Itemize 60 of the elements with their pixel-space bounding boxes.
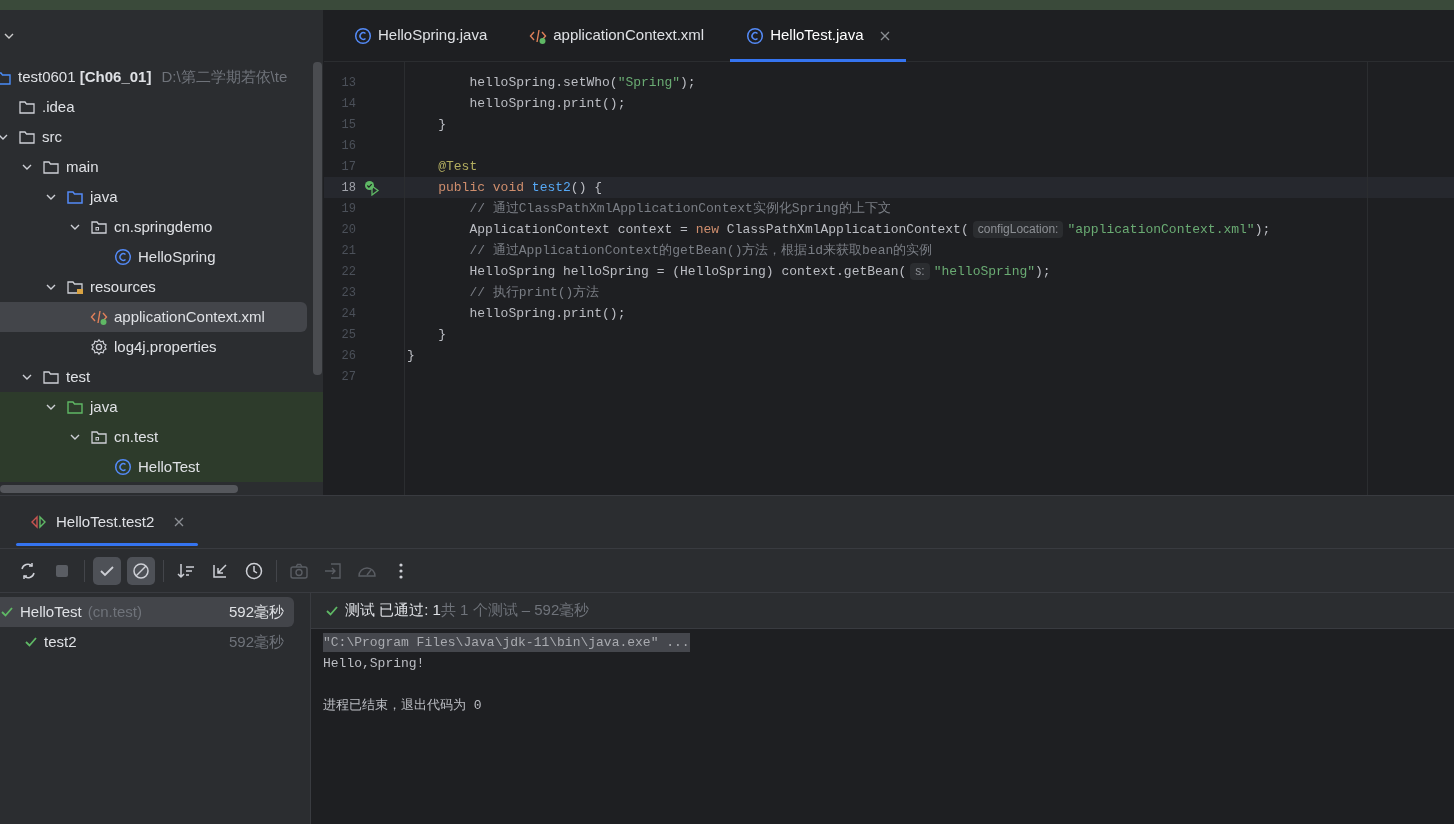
- folder-icon: [18, 128, 36, 146]
- folder-icon: [42, 158, 60, 176]
- class-icon: [354, 26, 372, 45]
- code-line: helloSpring.print();: [468, 94, 626, 113]
- tree-item[interactable]: cn.springdemo: [0, 212, 323, 242]
- console-line: Hello,Spring!: [323, 654, 425, 673]
- class-icon: [114, 458, 132, 476]
- folder-icon: [42, 368, 60, 386]
- code-line: // 通过ApplicationContext的getBean()方法，根据id来获取bean的实例: [468, 241, 933, 260]
- code-line: }: [407, 346, 415, 365]
- tree-item[interactable]: java: [0, 182, 323, 212]
- blocked-icon[interactable]: [127, 556, 155, 585]
- class-icon: [114, 248, 132, 266]
- tree-item[interactable]: cn.test: [0, 422, 323, 452]
- package-icon: [90, 218, 108, 236]
- folder-icon: [18, 98, 36, 116]
- tree-item[interactable]: HelloSpring: [0, 242, 323, 272]
- tree-item[interactable]: .idea: [0, 92, 323, 122]
- editor-tab[interactable]: HelloTest.java: [730, 10, 906, 61]
- package-icon: [90, 428, 108, 446]
- checkmark-icon[interactable]: [93, 556, 121, 585]
- tree-item[interactable]: resources: [0, 272, 323, 302]
- tree-item[interactable]: java: [0, 392, 323, 422]
- code-line: }: [437, 325, 446, 344]
- tree-item[interactable]: applicationContext.xml: [0, 302, 307, 332]
- run-tab[interactable]: HelloTest.test2: [16, 496, 199, 548]
- tree-item[interactable]: src: [0, 122, 323, 152]
- editor-tab[interactable]: applicationContext.xml: [513, 10, 721, 61]
- code-line: }: [437, 115, 446, 134]
- code-line: HelloSpring helloSpring = (HelloSpring) context.getBean( s: "helloSpring");: [468, 262, 1051, 282]
- class-icon: [746, 26, 765, 45]
- code-line: public void test2() {: [437, 178, 603, 197]
- code-line: helloSpring.setWho("Spring");: [468, 73, 696, 92]
- tree-item[interactable]: main: [0, 152, 323, 182]
- code-line: helloSpring.print();: [468, 304, 626, 323]
- scrollbar[interactable]: [0, 485, 238, 493]
- tree-item[interactable]: test0601 [Ch06_01] D:\第二学期若依\te: [0, 62, 323, 92]
- folder-icon: [66, 278, 84, 296]
- tree-item[interactable]: HelloTest: [0, 452, 323, 482]
- gear-icon: [90, 338, 108, 356]
- folder-icon: [66, 188, 84, 206]
- tree-item[interactable]: test: [0, 362, 323, 392]
- test-status: 测试 已通过: 1: [345, 600, 441, 621]
- code-line: @Test: [437, 157, 478, 176]
- xml-file-icon: [90, 308, 108, 326]
- scrollbar[interactable]: [313, 62, 322, 375]
- code-line: ApplicationContext context = new ClassPathXmlApplicationContext( configLocation: "applicationContext.xml");: [468, 220, 1271, 240]
- test-icon: [30, 515, 48, 529]
- console-line: 进程已结束，退出代码为 0: [323, 696, 482, 715]
- editor-tab[interactable]: HelloSpring.java: [338, 10, 504, 61]
- line-number: 18: [340, 179, 356, 197]
- test-item[interactable]: test2 592毫秒: [0, 627, 294, 657]
- close-icon[interactable]: [174, 517, 185, 527]
- code-line: // 通过ClassPathXmlApplicationContext实例化Spring的上下文: [468, 199, 891, 218]
- code-line: // 执行print()方法: [468, 283, 600, 302]
- folder-icon: [66, 398, 84, 416]
- test-summary: 共 1 个测试 – 592毫秒: [440, 600, 590, 621]
- run-passed-icon[interactable]: [364, 179, 380, 196]
- tree-item[interactable]: log4j.properties: [0, 332, 323, 362]
- close-icon[interactable]: [879, 30, 890, 41]
